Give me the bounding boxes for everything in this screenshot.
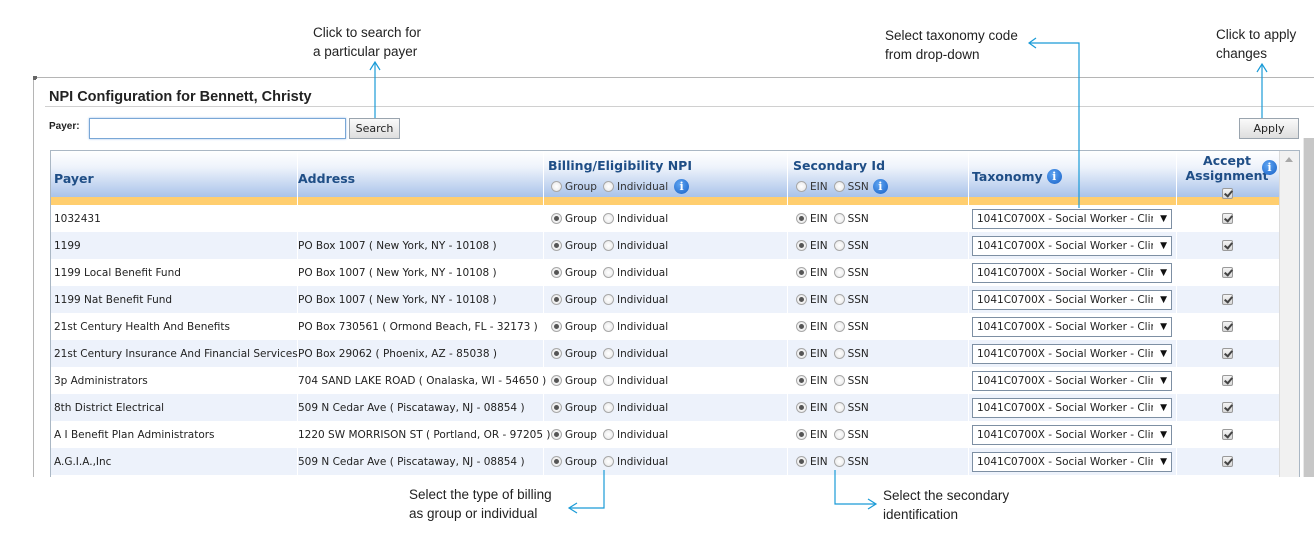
annotation-arrows	[369, 37, 1268, 514]
arrow-billing-line	[570, 470, 605, 509]
arrow-secondary-line	[834, 470, 875, 505]
arrow-taxonomy-line	[1029, 42, 1080, 208]
